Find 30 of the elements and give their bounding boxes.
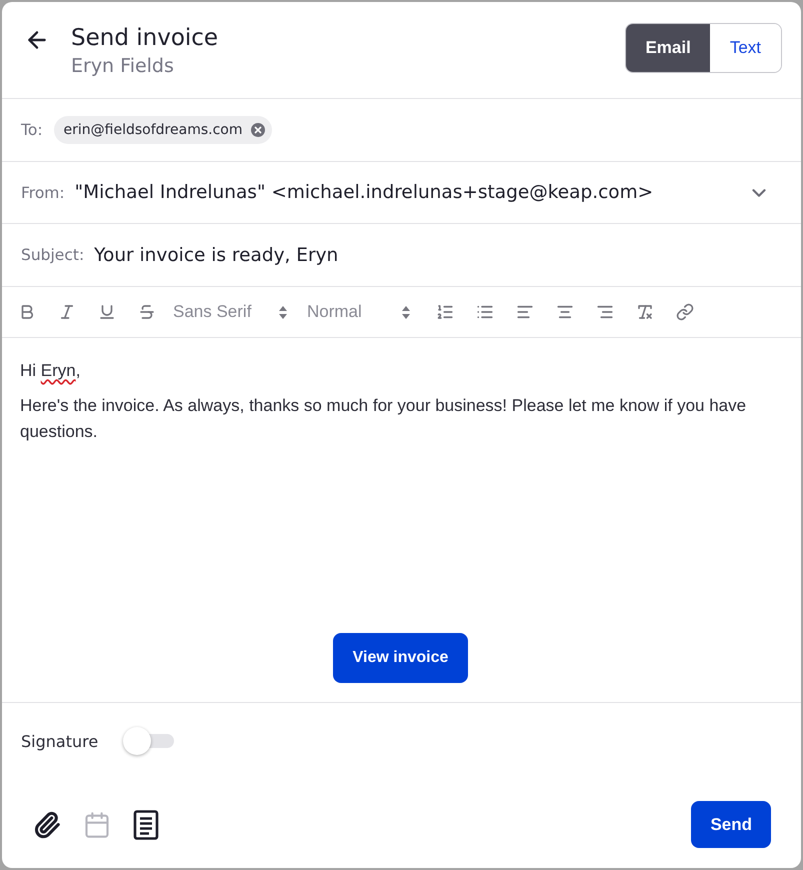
signature-switch[interactable] [123,727,174,755]
to-label: To: [21,121,43,139]
message-text: Here's the invoice. As always, thanks so much for your business! Please let me know if you have questions. [20,395,748,443]
subject-value[interactable]: Your invoice is ready, Eryn [94,244,782,266]
paperclip-icon[interactable] [33,810,61,838]
align-left-icon[interactable] [516,303,534,321]
signature-label: Signature [21,732,98,750]
from-value[interactable]: "Michael Indrelunas" <michael.indrelunas+stage@keap.com> [74,182,738,203]
clear-format-icon[interactable] [636,303,654,321]
link-icon[interactable] [676,303,694,321]
greeting-text: Hi Eryn, [20,360,82,382]
up-down-caret-icon [279,306,287,318]
channel-tab[interactable]: Email [626,24,710,72]
send-button[interactable]: Send [691,801,771,848]
subject-label: Subject: [21,246,84,264]
page-title: Send invoice [71,24,220,53]
recipient-email: erin@fieldsofdreams.com [64,122,242,138]
numbered-list-icon[interactable] [436,303,454,321]
close-icon[interactable] [251,123,266,137]
strikethrough-icon[interactable] [138,303,156,321]
from-label: From: [21,184,65,202]
align-right-icon[interactable] [596,303,614,321]
view-invoice-button[interactable]: View invoice [332,633,468,683]
bullet-list-icon[interactable] [476,303,494,321]
up-down-caret-icon [402,306,410,318]
underline-icon[interactable] [98,303,116,321]
italic-icon[interactable] [58,303,76,321]
document-icon[interactable] [133,810,159,840]
align-center-icon[interactable] [556,303,574,321]
contact-name: Eryn Fields [71,54,175,78]
